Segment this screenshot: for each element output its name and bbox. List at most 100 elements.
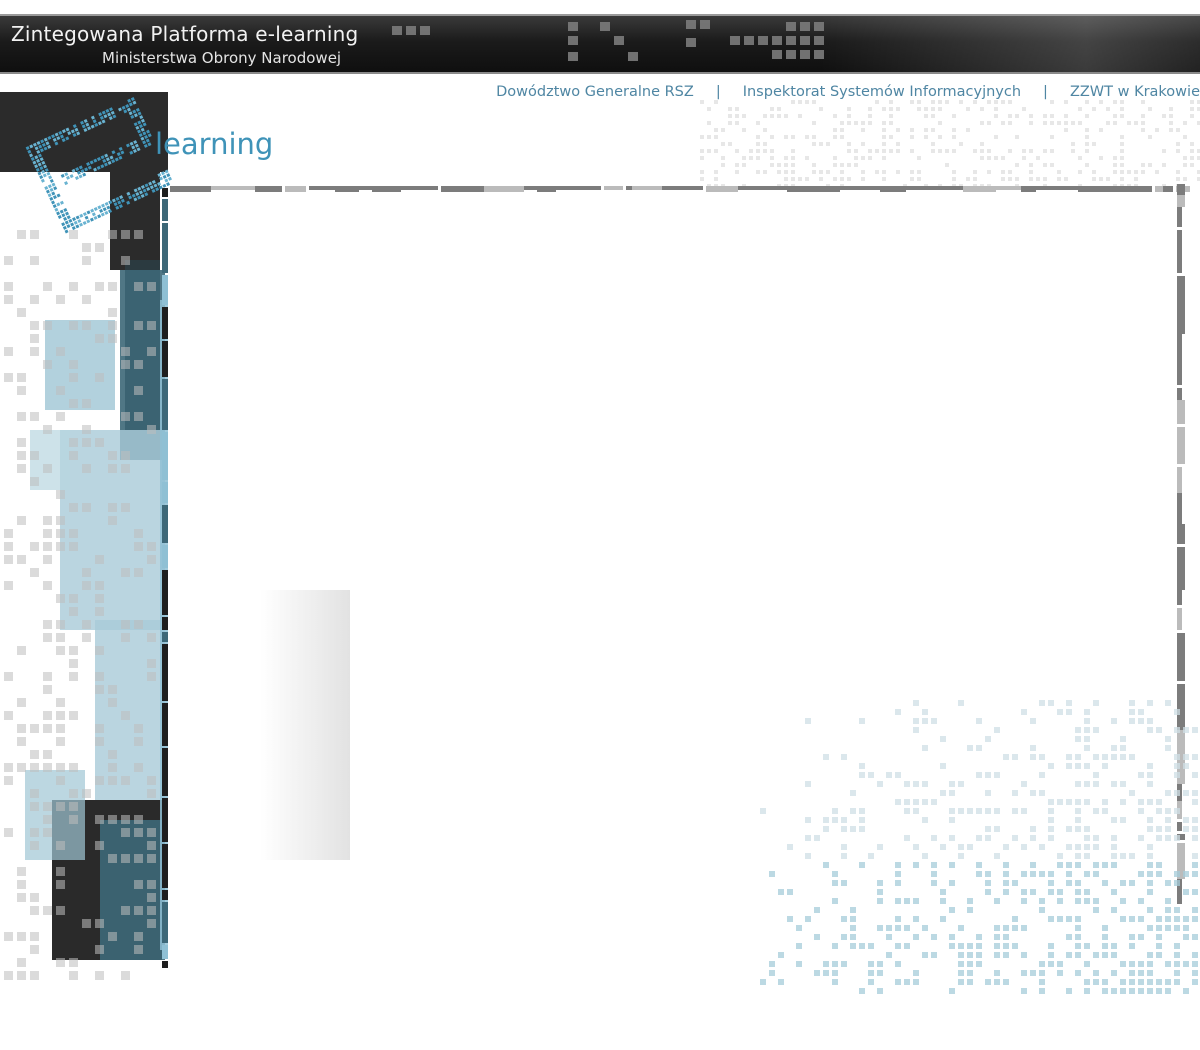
left-square (121, 815, 130, 824)
bg-dot (896, 170, 900, 174)
logo-pixel (77, 219, 82, 224)
bg-dot (826, 142, 830, 146)
elearning-logo[interactable]: learning (0, 82, 300, 252)
logo-pixel (90, 208, 95, 213)
left-square (4, 529, 13, 538)
e-logo-icon (25, 97, 172, 234)
bg-dot (833, 156, 837, 160)
bg-dot (924, 107, 928, 111)
left-square (95, 646, 104, 655)
bg-dot (1099, 128, 1103, 132)
logo-pixel (70, 222, 75, 227)
left-square (17, 971, 26, 980)
logo-pixel (108, 200, 113, 205)
left-square (134, 854, 143, 863)
logo-pixel (45, 141, 50, 146)
frame-segment (761, 186, 787, 190)
bg-dot (987, 170, 991, 174)
left-square (69, 958, 78, 967)
logo-pixel (51, 134, 56, 139)
bg-dot (819, 170, 823, 174)
left-square (82, 919, 91, 928)
logo-pixel (37, 162, 42, 167)
frame-segment (162, 844, 168, 888)
left-square (43, 555, 52, 564)
left-square (56, 763, 65, 772)
left-square (43, 516, 52, 525)
bg-dot (1001, 156, 1005, 160)
left-square (147, 841, 156, 850)
bg-dot (987, 100, 991, 104)
left-square (134, 321, 143, 330)
left-square (147, 282, 156, 291)
logo-pixel (86, 219, 91, 224)
left-square (43, 815, 52, 824)
frame-segment (1177, 230, 1182, 273)
left-square (4, 347, 13, 356)
bg-dot (791, 170, 795, 174)
bg-dot (1169, 128, 1173, 132)
bg-dot (756, 170, 760, 174)
left-square (4, 971, 13, 980)
left-square (108, 503, 117, 512)
logo-pixel (93, 167, 98, 172)
left-square (147, 659, 156, 668)
bg-dot (896, 128, 900, 132)
bg-dot (805, 100, 809, 104)
frame-segment (1036, 186, 1078, 190)
bg-dot (1008, 149, 1012, 153)
bg-dot (847, 142, 851, 146)
logo-pixel (140, 193, 145, 198)
bg-dot (882, 128, 886, 132)
bg-dot (1134, 170, 1138, 174)
bg-dot (1183, 156, 1187, 160)
logo-pixel (60, 173, 65, 178)
logo-pixel (63, 207, 68, 212)
left-square (82, 321, 91, 330)
bg-dot (1099, 100, 1103, 104)
bg-dot (1169, 114, 1173, 118)
bg-dot (784, 163, 788, 167)
left-square (4, 555, 13, 564)
frame-segment (162, 961, 168, 968)
left-square (30, 893, 39, 902)
bg-dot (1106, 121, 1110, 125)
logo-pixel (101, 119, 106, 124)
left-square (17, 698, 26, 707)
frame-segment (335, 186, 359, 192)
left-square (108, 321, 117, 330)
bg-dot (728, 121, 732, 125)
logo-pixel (61, 129, 66, 134)
frame-segment (162, 341, 168, 377)
logo-pixel (47, 193, 52, 198)
logo-pixel (90, 115, 95, 120)
left-square (95, 373, 104, 382)
bg-dot (840, 177, 844, 181)
bg-dot (917, 170, 921, 174)
logo-pixel (29, 153, 34, 158)
frame-segment (162, 703, 168, 746)
bg-dot (896, 142, 900, 146)
bg-dot (945, 100, 949, 104)
left-square (121, 412, 130, 421)
left-square (82, 399, 91, 408)
bg-dot (1043, 177, 1047, 181)
bg-dot (798, 100, 802, 104)
bg-dot (700, 100, 704, 104)
logo-pixel (137, 186, 142, 191)
logo-pixel (151, 179, 156, 184)
logo-pixel (139, 124, 143, 129)
frame-segment (1155, 186, 1163, 192)
frame-segment (162, 945, 168, 959)
frame-segment (162, 890, 168, 900)
logo-pixel (43, 164, 48, 169)
logo-pixel (74, 176, 79, 181)
logo-pixel (132, 109, 137, 114)
logo-pixel (40, 178, 45, 183)
bg-dot (791, 135, 795, 139)
frame-segment (1163, 186, 1173, 192)
logo-pixel (38, 144, 43, 149)
bg-dot (1141, 163, 1145, 167)
frame-segment (662, 186, 703, 190)
left-square (82, 789, 91, 798)
